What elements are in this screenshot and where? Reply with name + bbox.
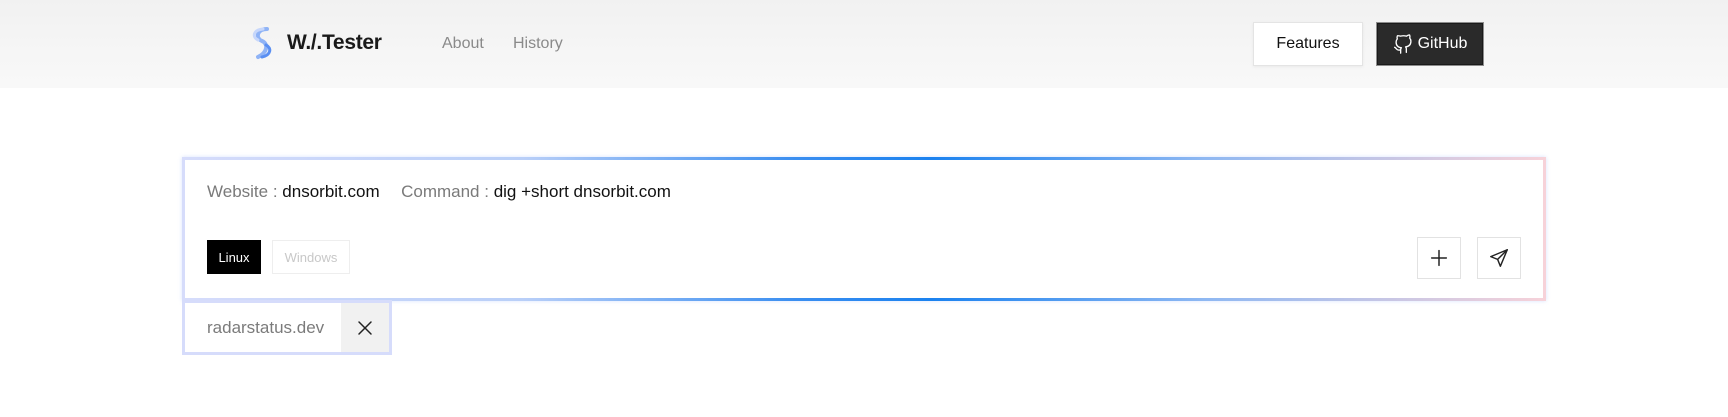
command-value: dig +short dnsorbit.com <box>493 182 671 201</box>
chip-label[interactable]: radarstatus.dev <box>185 303 341 352</box>
nav-history-link[interactable]: History <box>513 35 563 53</box>
github-icon <box>1393 34 1412 54</box>
add-button[interactable] <box>1417 237 1461 279</box>
github-label: GitHub <box>1417 35 1468 52</box>
send-button[interactable] <box>1477 237 1521 279</box>
saved-site-chip: radarstatus.dev <box>182 300 392 355</box>
command-panel-border: Website : dnsorbit.com Command : dig +sh… <box>182 157 1546 301</box>
github-button[interactable]: GitHub <box>1376 22 1484 66</box>
nav-about-link[interactable]: About <box>442 35 484 53</box>
chip-remove-button[interactable] <box>341 303 389 352</box>
command-label: Command : <box>401 182 489 201</box>
brand-name[interactable]: W./.Tester <box>287 31 382 55</box>
logo-icon[interactable] <box>249 26 277 60</box>
features-button[interactable]: Features <box>1253 22 1363 66</box>
website-label: Website : <box>207 182 278 201</box>
command-summary: Website : dnsorbit.com Command : dig +sh… <box>207 182 671 202</box>
send-icon <box>1490 249 1508 267</box>
top-header: W./.Tester About History Features GitHub <box>0 0 1728 88</box>
chip-body: radarstatus.dev <box>185 303 389 352</box>
close-icon <box>358 320 372 335</box>
command-panel: Website : dnsorbit.com Command : dig +sh… <box>185 160 1543 298</box>
os-linux-toggle[interactable]: Linux <box>207 240 261 274</box>
os-windows-toggle[interactable]: Windows <box>272 240 350 274</box>
plus-icon <box>1430 249 1448 267</box>
website-value: dnsorbit.com <box>282 182 380 201</box>
